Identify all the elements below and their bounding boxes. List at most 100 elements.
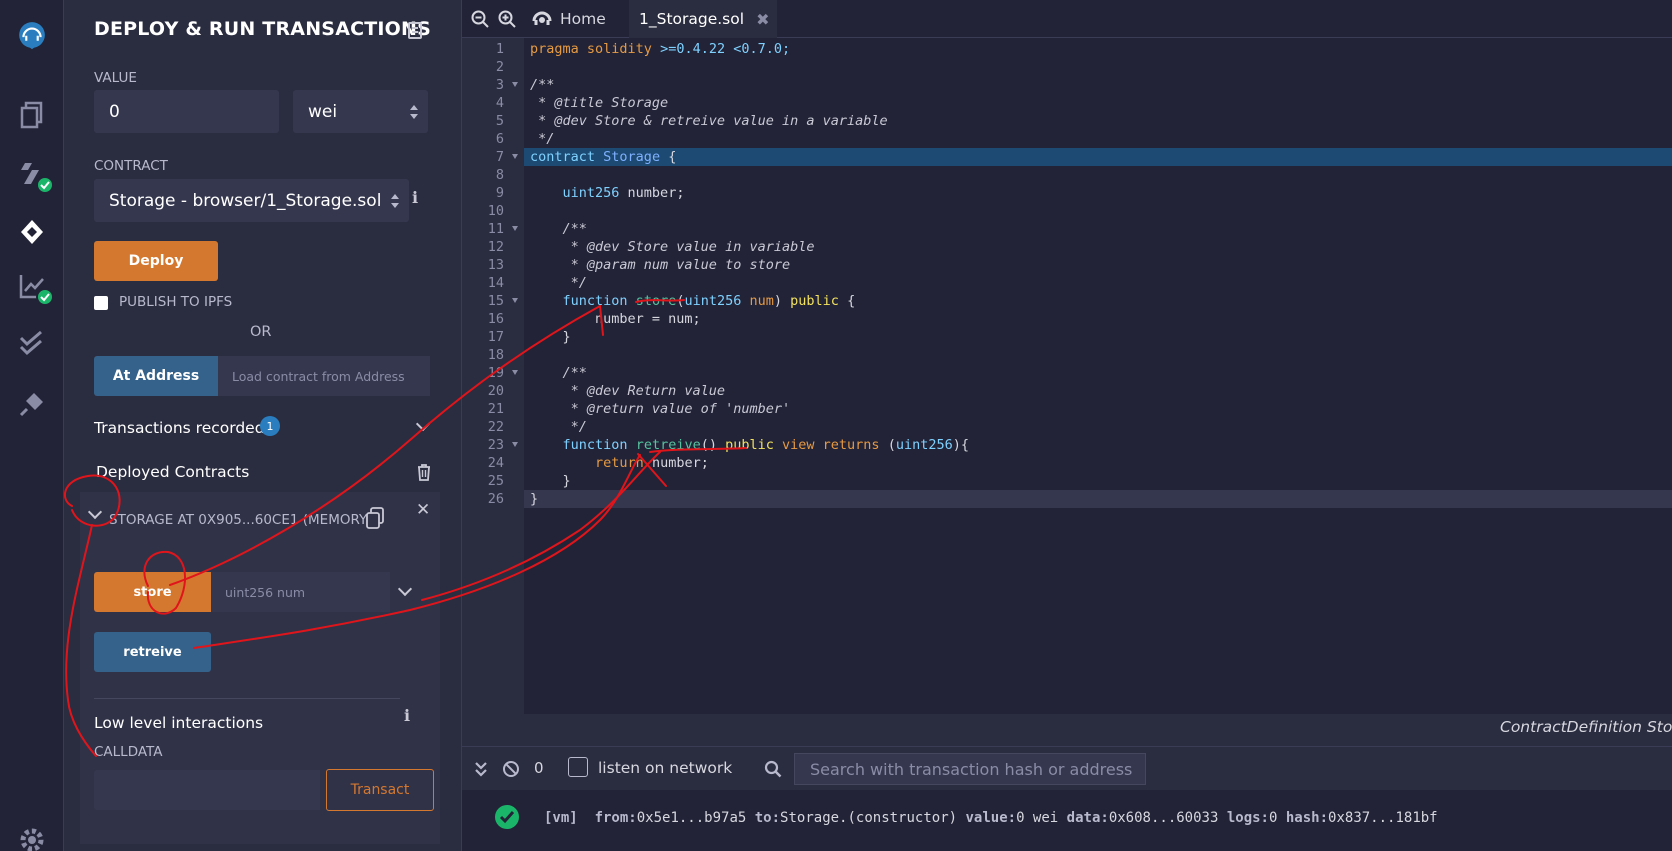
fold-arrow-icon[interactable] [512,298,518,303]
unit-select[interactable]: wei [293,90,428,133]
line-number: 13 [487,257,504,273]
contract-select[interactable]: Storage - browser/1_Storage.sol [94,179,409,222]
transact-button[interactable]: Transact [326,769,434,811]
code-line: */ [530,131,555,147]
file-explorer-icon[interactable] [14,96,50,132]
log-from-value: 0x5e1...b97a5 [636,810,747,826]
store-input[interactable]: uint256 num [211,572,390,612]
line-number: 20 [487,383,504,399]
log-from-key: from: [594,810,637,826]
value-label: VALUE [94,70,137,86]
tab-storage-sol[interactable]: 1_Storage.sol ✖ [629,0,777,38]
log-value-key: value: [965,810,1017,826]
fold-arrow-icon[interactable] [512,82,518,87]
value-input[interactable]: 0 [94,90,279,133]
documentation-icon[interactable] [408,22,422,39]
line-number: 17 [487,329,504,345]
code-line: /** [562,221,587,237]
code-line: * @param num value to store [530,257,791,273]
code-editor[interactable]: pragma solidity >=0.4.22 <0.7.0; /** * @… [524,38,1672,714]
instance-chevron-down-icon[interactable] [87,504,103,520]
line-number: 8 [495,167,504,183]
chevron-down-icon[interactable] [415,416,431,432]
or-divider: OR [250,324,272,340]
at-address-button[interactable]: At Address [94,356,218,396]
remix-logo-icon[interactable] [11,14,53,56]
fold-arrow-icon[interactable] [512,226,518,231]
success-check-icon [495,805,519,829]
log-to-value: Storage.(constructor) [780,810,958,826]
fold-arrow-icon[interactable] [512,370,518,375]
publish-ipfs-checkbox[interactable] [94,296,108,310]
search-icon [764,760,782,778]
select-arrows-icon [410,104,418,119]
log-data-key: data: [1066,810,1109,826]
line-number: 26 [487,491,504,507]
code-line: /** [562,365,587,381]
collapse-terminal-icon[interactable] [474,760,488,778]
analysis-check-icon [36,288,54,306]
select-arrows-icon [391,193,399,208]
code-line: */ [530,275,587,291]
close-tab-icon[interactable]: ✖ [756,10,769,29]
store-button[interactable]: store [94,572,211,612]
code-line: * @return value of 'number' [530,401,791,417]
transactions-count-badge: 1 [260,416,280,436]
line-number: 15 [487,293,504,309]
line-number: 1 [495,41,504,57]
deploy-button[interactable]: Deploy [94,241,218,281]
plugin-manager-icon[interactable] [14,386,50,422]
line-number: 14 [487,275,504,291]
clear-console-icon[interactable] [502,760,520,778]
line-number: 19 [487,365,504,381]
zoom-out-icon[interactable] [471,10,489,28]
tab-home[interactable]: Home [525,0,625,38]
line-number: 16 [487,311,504,327]
line-number: 22 [487,419,504,435]
line-number: 18 [487,347,504,363]
calldata-input[interactable] [94,770,320,810]
listen-network-checkbox[interactable] [568,757,588,777]
zoom-in-icon[interactable] [498,10,516,28]
transaction-search-input[interactable]: Search with transaction hash or address [794,753,1146,785]
line-number: 3 [495,77,504,93]
deploy-run-icon[interactable] [14,214,50,250]
trash-icon[interactable] [416,463,432,481]
line-number: 10 [487,203,504,219]
retreive-button[interactable]: retreive [94,632,211,672]
log-value-value: 0 wei [1016,810,1059,826]
tests-icon[interactable] [14,326,50,362]
line-number: 25 [487,473,504,489]
deployed-contracts-label: Deployed Contracts [96,463,250,481]
log-logs-key: logs: [1226,810,1269,826]
publish-ipfs-label: PUBLISH TO IPFS [119,294,233,310]
code-line: * @dev Return value [530,383,726,399]
calldata-label: CALLDATA [94,744,163,760]
contract-info-icon[interactable]: i [412,188,418,207]
transactions-recorded-label[interactable]: Transactions recorded [94,419,265,437]
low-level-info-icon[interactable]: i [404,706,410,725]
line-number: 2 [495,59,504,75]
at-address-input[interactable]: Load contract from Address [218,356,430,396]
settings-gear-icon[interactable] [14,822,50,851]
fold-arrow-icon[interactable] [512,442,518,447]
solidity-compiler-icon[interactable] [14,156,54,194]
store-expand-chevron-icon[interactable] [397,581,413,597]
code-line: */ [530,419,587,435]
line-number: 23 [487,437,504,453]
close-instance-icon[interactable]: ✕ [416,500,430,520]
editor-gutter: 1 2 3 4 5 6 7 8 9 10 11 12 13 14 15 16 1… [462,38,524,714]
copy-address-icon[interactable] [366,507,384,529]
transaction-log-entry[interactable]: [vm] from:0x5e1...b97a5 to:Storage.(cons… [544,810,1438,826]
analysis-icon[interactable] [14,268,54,306]
code-line: pragma solidity >=0.4.22 <0.7.0; [530,41,791,57]
tab-storage-label: 1_Storage.sol [639,10,745,28]
icon-rail [0,0,64,851]
terminal-log: [vm] from:0x5e1...b97a5 to:Storage.(cons… [462,790,1672,851]
log-logs-value: 0 [1269,810,1278,826]
fold-arrow-icon[interactable] [512,154,518,159]
line-number: 11 [487,221,504,237]
editor-tabs: Home 1_Storage.sol ✖ [462,0,1672,38]
panel-title: DEPLOY & RUN TRANSACTIONS [94,18,432,40]
log-tag: [vm] [544,810,578,826]
